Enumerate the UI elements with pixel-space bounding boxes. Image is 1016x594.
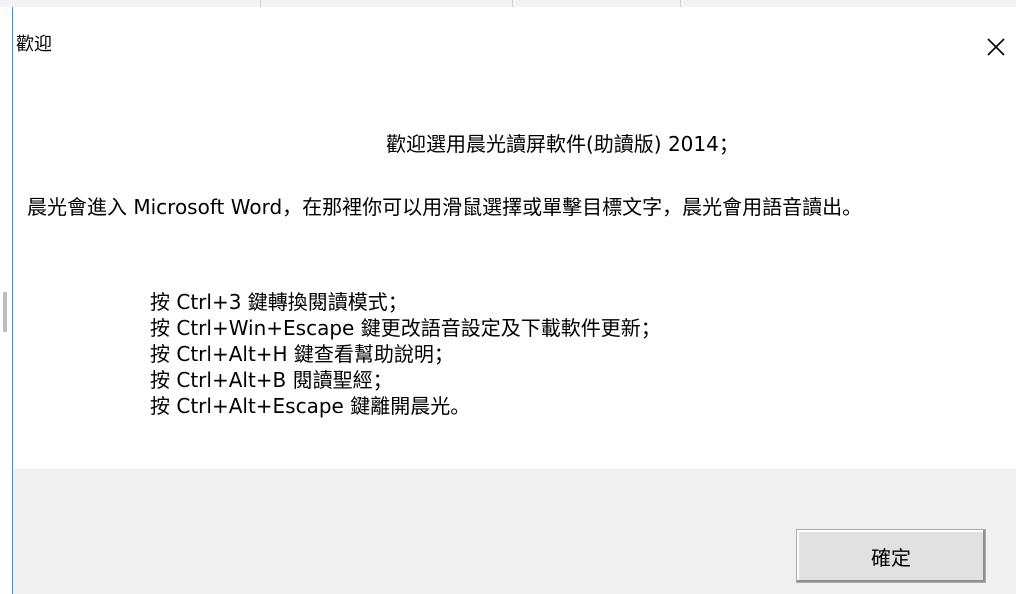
column-separator <box>512 0 513 7</box>
shortcut-list: 按 Ctrl+3 鍵轉換閱讀模式； 按 Ctrl+Win+Escape 鍵更改語… <box>150 289 661 419</box>
dialog-footer: 確定 <box>13 469 1016 594</box>
column-separator <box>680 0 681 7</box>
dialog-title: 歡迎 <box>16 34 52 55</box>
close-button[interactable] <box>976 29 1016 65</box>
ok-button[interactable]: 確定 <box>796 529 986 583</box>
welcome-dialog: 歡迎 歡迎選用晨光讀屏軟件(助讀版) 2014； 晨光會進入 Microsoft… <box>12 7 1016 594</box>
shortcut-item: 按 Ctrl+Win+Escape 鍵更改語音設定及下載軟件更新； <box>150 316 661 340</box>
close-icon <box>987 38 1005 56</box>
background-window-edge <box>0 7 12 594</box>
scrollbar-fragment <box>3 292 7 332</box>
dialog-titlebar: 歡迎 <box>13 7 1016 81</box>
shortcut-item: 按 Ctrl+Alt+H 鍵查看幫助說明； <box>150 342 454 366</box>
intro-paragraph: 晨光會進入 Microsoft Word，在那裡你可以用滑鼠選擇或單擊目標文字，… <box>27 195 863 219</box>
column-separator <box>260 0 261 7</box>
shortcut-item: 按 Ctrl+Alt+Escape 鍵離開晨光。 <box>150 394 471 418</box>
shortcut-item: 按 Ctrl+Alt+B 閱讀聖經； <box>150 368 393 392</box>
welcome-message: 歡迎選用晨光讀屏軟件(助讀版) 2014； <box>386 132 739 156</box>
shortcut-item: 按 Ctrl+3 鍵轉換閱讀模式； <box>150 290 408 314</box>
dialog-body: 歡迎選用晨光讀屏軟件(助讀版) 2014； 晨光會進入 Microsoft Wo… <box>13 81 1016 469</box>
